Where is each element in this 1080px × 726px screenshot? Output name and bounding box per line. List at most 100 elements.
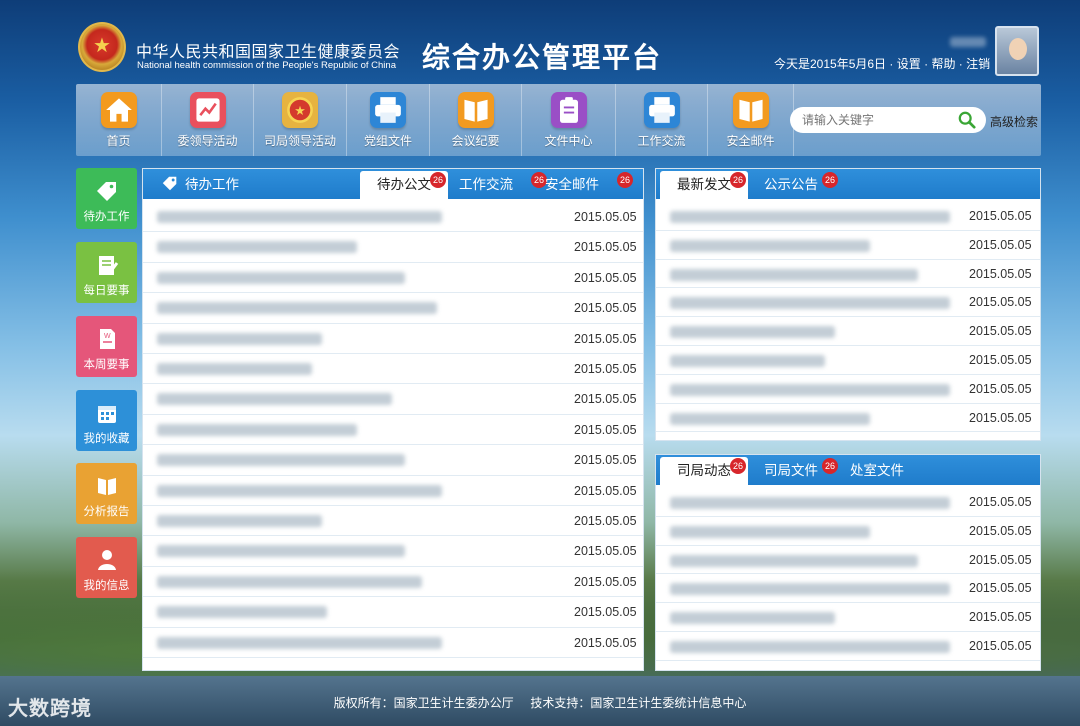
list-item[interactable]: 2015.05.05 [656,288,1040,318]
nav-item-label: 安全邮件 [726,134,775,148]
copyright-text: 版权所有：国家卫生计生委办公厅 [333,696,514,710]
list-item-date: 2015.05.05 [969,381,1032,396]
tab-label: 公示公告 [764,177,818,192]
emblem-icon: ★ [282,92,318,128]
list-item-title-blurred [670,412,870,425]
nav-item-7[interactable]: 安全邮件 [708,84,794,156]
list-item[interactable]: 2015.05.05 [656,546,1040,575]
todo-panel-title: 待办工作 [185,177,239,192]
list-item-title-blurred [670,239,870,252]
list-item[interactable]: 2015.05.05 [143,445,643,476]
book-icon [457,92,494,128]
list-item[interactable]: 2015.05.05 [143,597,643,628]
logout-link[interactable]: 注销 [966,57,990,71]
date-text: 今天是2015年5月6日 [774,57,887,71]
list-item[interactable]: 2015.05.05 [656,346,1040,375]
list-item-date: 2015.05.05 [574,210,637,224]
list-item[interactable]: 2015.05.05 [656,317,1040,346]
nav-item-4[interactable]: 会议纪要 [430,84,522,156]
list-item-date: 2015.05.05 [574,331,637,346]
nav-item-label: 司局领导活动 [263,134,336,148]
sidebar-item-1[interactable]: 每日要事 [76,242,137,303]
printer-icon [370,92,406,128]
list-item-date: 2015.05.05 [574,483,637,498]
list-item-date: 2015.05.05 [969,295,1032,310]
list-item[interactable]: 2015.05.05 [143,354,643,385]
list-item[interactable]: 2015.05.05 [656,260,1040,289]
tab-label: 待办公文 [377,177,431,192]
list-item-date: 2015.05.05 [969,353,1032,367]
list-item[interactable]: 2015.05.05 [143,506,643,537]
list-item[interactable]: 2015.05.05 [656,603,1040,632]
list-item[interactable]: 2015.05.05 [143,567,643,598]
sidebar-item-4[interactable]: 分析报告 [76,463,137,524]
nav-item-0[interactable]: 首页 [76,84,162,156]
list-item[interactable]: 2015.05.05 [143,232,643,263]
sidebar-item-label: 我的信息 [83,580,130,592]
tab-panel_todo-2[interactable]: 安全邮件 [545,171,625,199]
list-item[interactable]: 2015.05.05 [656,517,1040,546]
list-item-date: 2015.05.05 [969,639,1032,653]
tab-panel_todo-1[interactable]: 工作交流 [459,171,539,199]
list-item[interactable]: 2015.05.05 [143,536,643,567]
count-badge: 26 [822,172,838,188]
sidebar-item-0[interactable]: 待办工作 [76,168,137,229]
nav-item-5[interactable]: 文件中心 [522,84,616,156]
list-item[interactable]: 2015.05.05 [656,574,1040,604]
list-item[interactable]: 2015.05.05 [143,415,643,446]
sidebar-item-3[interactable]: 我的收藏 [76,390,137,451]
tag-icon [162,176,177,191]
list-item[interactable]: 2015.05.05 [143,324,643,354]
nav-item-2[interactable]: ★ 司局领导活动 [254,84,347,156]
nav-item-label: 首页 [106,134,131,148]
avatar[interactable] [995,26,1039,76]
list-item-date: 2015.05.05 [574,574,637,589]
list-item-title-blurred [157,241,357,254]
list-item[interactable]: 2015.05.05 [656,488,1040,517]
list-item[interactable]: 2015.05.05 [143,293,643,324]
list-item[interactable]: 2015.05.05 [143,628,643,658]
list-item[interactable]: 2015.05.05 [656,375,1040,404]
list-item[interactable]: 2015.05.05 [656,632,1040,661]
count-badge: 26 [430,172,446,188]
list-item-date: 2015.05.05 [574,605,637,620]
search-input[interactable] [802,111,952,129]
list-item-date: 2015.05.05 [574,270,637,285]
nav-item-label: 党组文件 [363,134,412,148]
list-item-title-blurred [157,636,442,649]
latest-docs-panel: 最新发文 26 公示公告 26 2015.05.05 2015.05.05 2015.05… [655,168,1041,441]
list-item[interactable]: 2015.05.05 [143,476,643,506]
tab-panel_dept-2[interactable]: 处室文件 [850,457,920,485]
list-item[interactable]: 2015.05.05 [143,202,643,233]
nav-item-label: 文件中心 [544,134,593,148]
book-icon [97,478,116,495]
sidebar-item-5[interactable]: 我的信息 [76,537,137,598]
help-link[interactable]: 帮助 [931,57,955,71]
settings-link[interactable]: 设置 [897,57,921,71]
list-item[interactable]: 2015.05.05 [143,384,643,415]
list-item[interactable]: 2015.05.05 [656,202,1040,231]
list-item-date: 2015.05.05 [969,266,1032,281]
count-badge: 26 [730,458,746,474]
nav-item-6[interactable]: 工作交流 [616,84,708,156]
list-item-date: 2015.05.05 [574,392,637,407]
tab-panel_latest-1[interactable]: 公示公告 [764,171,830,199]
list-item[interactable]: 2015.05.05 [143,263,643,294]
list-item-title-blurred [157,271,405,284]
nav-item-1[interactable]: 委领导活动 [162,84,254,156]
advanced-search-link[interactable]: 高级检索 [990,113,1038,130]
sidebar-item-2[interactable]: W 本周要事 [76,316,137,377]
list-item[interactable]: 2015.05.05 [656,231,1040,260]
list-item-date: 2015.05.05 [969,552,1032,567]
tag-icon [96,182,116,201]
list-item[interactable]: 2015.05.05 [656,404,1040,433]
nav-item-3[interactable]: 党组文件 [347,84,430,156]
support-text: 技术支持：国家卫生计生委统计信息中心 [530,696,747,710]
search-icon[interactable] [958,111,976,129]
tab-panel_dept-1[interactable]: 司局文件 [764,457,830,485]
user-name-blurred [950,37,986,47]
list-item-title-blurred [670,297,950,310]
todo-panel-header: 待办工作 待办公文 26 工作交流 26 安全邮件 26 [143,169,643,199]
tab-label: 工作交流 [459,177,513,192]
org-name-en: National health commission of the People… [137,60,396,71]
